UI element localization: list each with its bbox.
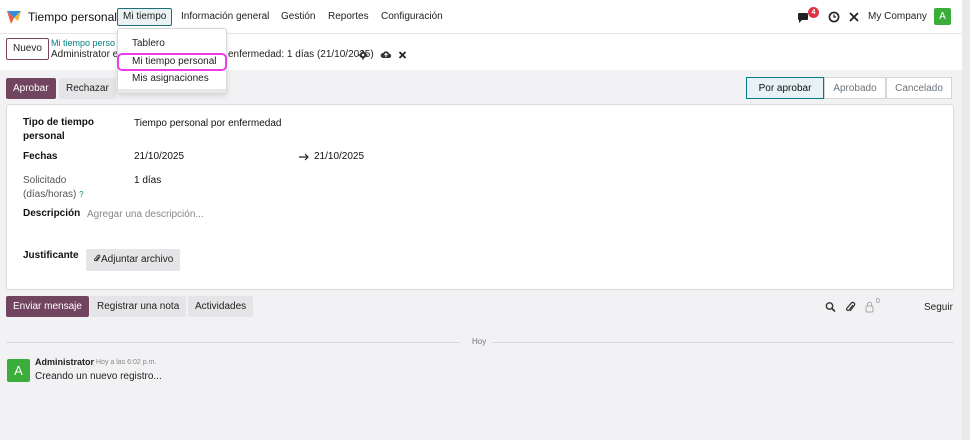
date-to-field[interactable]: 21/10/2025 xyxy=(314,151,364,162)
requested-label: Solicitado xyxy=(23,175,67,186)
description-field[interactable]: Agregar una descripción... xyxy=(87,209,204,220)
breadcrumb-record-name: Administrator e xyxy=(51,49,119,60)
approve-button[interactable]: Aprobar xyxy=(6,78,56,99)
clock-icon[interactable] xyxy=(828,10,840,24)
dropdown-divider xyxy=(118,89,226,93)
help-tooltip-icon[interactable]: ? xyxy=(79,190,83,199)
date-from-field[interactable]: 21/10/2025 xyxy=(134,151,184,162)
menu-my-time[interactable]: Mi tiempo xyxy=(117,8,173,26)
arrow-right-icon xyxy=(299,153,309,161)
dates-label: Fechas xyxy=(23,151,58,162)
description-label: Descripción xyxy=(23,208,81,219)
new-button[interactable]: Nuevo xyxy=(6,38,49,60)
user-avatar[interactable]: A xyxy=(934,8,951,25)
app-name[interactable]: Tiempo personal xyxy=(28,10,117,24)
requested-label-line2: (días/horas) ? xyxy=(23,189,84,200)
follower-count: 0 xyxy=(876,298,880,305)
form-sheet: Tipo de tiempo personal Tiempo personal … xyxy=(6,104,954,290)
type-label-line2: personal xyxy=(23,131,65,142)
activities-button[interactable]: Actividades xyxy=(188,296,254,317)
follow-button[interactable]: Seguir xyxy=(924,302,953,313)
discard-icon[interactable] xyxy=(398,49,407,61)
scrollbar[interactable] xyxy=(962,0,970,440)
message-timestamp: Hoy a las 6:02 p.m. xyxy=(96,359,157,366)
attach-file-label: Adjuntar archivo xyxy=(101,254,174,265)
log-note-button[interactable]: Registrar una nota xyxy=(90,296,187,317)
reject-button[interactable]: Rechazar xyxy=(59,78,116,99)
tools-icon[interactable] xyxy=(848,10,860,24)
time-off-app-icon[interactable] xyxy=(6,9,22,25)
attachment-label: Justificante xyxy=(23,250,79,261)
save-cloud-icon[interactable] xyxy=(380,49,392,61)
lock-icon[interactable] xyxy=(865,301,874,313)
status-approved[interactable]: Aprobado xyxy=(824,77,886,99)
message-author[interactable]: Administrator xyxy=(35,357,94,367)
highlight-box xyxy=(117,53,227,71)
date-separator-line-left xyxy=(6,342,460,343)
paperclip-icon xyxy=(94,254,101,262)
menu-management[interactable]: Gestión xyxy=(281,11,315,22)
status-to-approve[interactable]: Por aprobar xyxy=(746,77,824,99)
message-count-badge: 4 xyxy=(808,7,819,18)
date-separator-line-right xyxy=(492,342,954,343)
message-author-avatar[interactable]: A xyxy=(7,359,30,382)
dropdown-item-dashboard[interactable]: Tablero xyxy=(132,38,165,49)
paperclip-icon[interactable] xyxy=(845,301,856,313)
chatter-toolbar: Enviar mensaje Registrar una nota Activi… xyxy=(0,294,962,320)
breadcrumb-record-name-end: enfermedad: 1 días (21/10/2025) xyxy=(228,49,374,60)
requested-duration: 1 días xyxy=(134,175,162,186)
send-message-button[interactable]: Enviar mensaje xyxy=(6,296,89,317)
menu-overview[interactable]: Información general xyxy=(181,11,269,22)
gear-icon[interactable] xyxy=(358,49,368,61)
message-body: Creando un nuevo registro... xyxy=(35,371,162,382)
date-separator-label: Hoy xyxy=(472,337,487,346)
dropdown-item-my-allocations[interactable]: Mis asignaciones xyxy=(132,73,209,84)
menu-reports[interactable]: Reportes xyxy=(328,11,369,22)
search-icon[interactable] xyxy=(825,301,836,313)
breadcrumb-parent-link[interactable]: Mi tiempo perso xyxy=(51,38,115,48)
type-field[interactable]: Tiempo personal por enfermedad xyxy=(134,118,282,129)
company-switcher[interactable]: My Company xyxy=(868,11,927,22)
status-cancelled[interactable]: Cancelado xyxy=(886,77,952,99)
menu-configuration[interactable]: Configuración xyxy=(381,11,443,22)
type-label: Tipo de tiempo xyxy=(23,117,94,128)
attach-file-button[interactable]: Adjuntar archivo xyxy=(86,249,181,271)
